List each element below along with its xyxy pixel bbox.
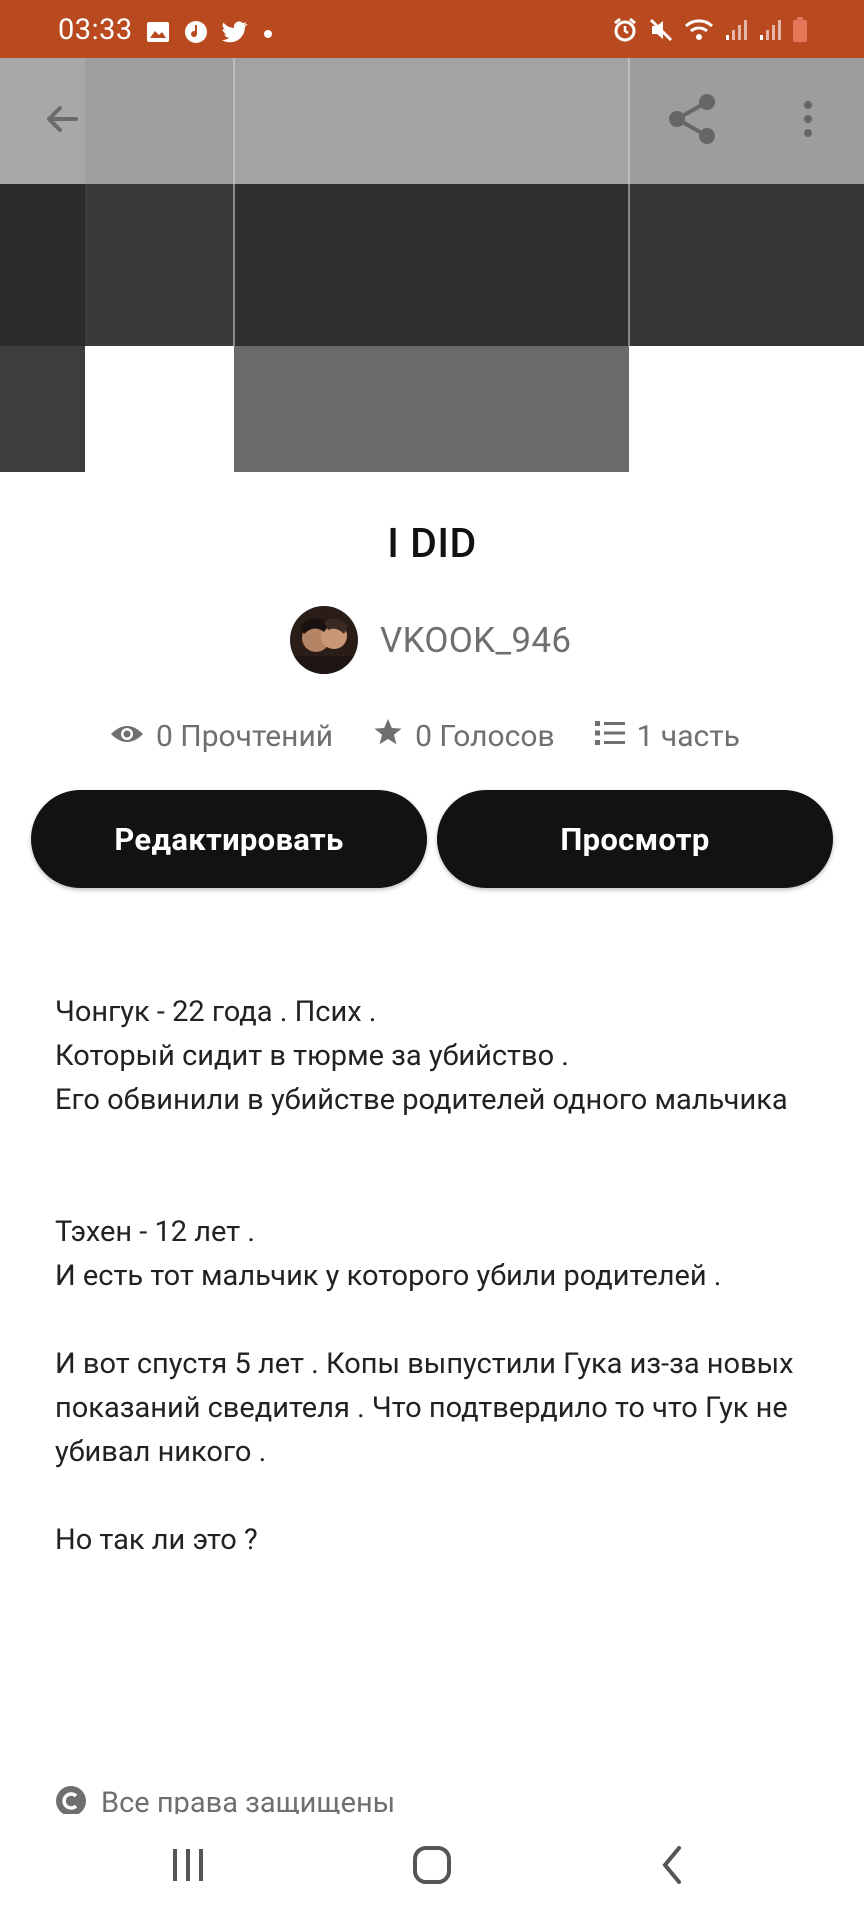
description-line: И вот спустя 5 лет . Копы выпустили Гука… — [55, 1347, 794, 1469]
share-icon — [664, 91, 720, 151]
home-icon — [412, 1845, 452, 1889]
avatar — [290, 606, 358, 674]
status-bar: 03:33 — [0, 0, 864, 58]
parts-count: 1 часть — [636, 718, 740, 754]
more-vertical-icon — [802, 99, 814, 143]
nav-back-button[interactable] — [612, 1814, 732, 1920]
battery-low-icon — [792, 17, 808, 47]
back-button[interactable] — [26, 91, 98, 151]
dot-icon — [262, 25, 274, 44]
back-chevron-icon — [657, 1845, 687, 1889]
arrow-left-icon — [42, 99, 82, 143]
description-line: Чонгук - 22 года . Псих . — [55, 995, 377, 1029]
signal-icon — [758, 19, 782, 45]
star-icon — [373, 717, 403, 755]
more-options-button[interactable] — [778, 88, 838, 154]
story-description: Чонгук - 22 года . Псих . Который сидит … — [55, 990, 815, 1562]
author-link[interactable]: VKOOK_946 — [290, 606, 571, 674]
description-line: Но так ли это ? — [55, 1523, 258, 1557]
music-icon — [184, 20, 208, 48]
signal-icon — [724, 19, 748, 45]
wifi-icon — [684, 18, 714, 46]
story-title: I DID — [387, 520, 477, 568]
reads-stat: 0 Прочтений — [110, 719, 333, 754]
home-button[interactable] — [372, 1814, 492, 1920]
list-icon — [594, 719, 625, 754]
alarm-icon — [612, 17, 638, 47]
twitter-icon — [222, 21, 248, 47]
votes-stat: 0 Голосов — [373, 717, 555, 755]
status-time: 03:33 — [58, 13, 133, 47]
description-line: Который сидит в тюрме за убийство . — [55, 1039, 569, 1073]
description-line: Его обвинили в убийстве родителей одного… — [55, 1083, 788, 1117]
parts-stat: 1 часть — [594, 718, 740, 754]
author-name: VKOOK_946 — [380, 619, 572, 661]
description-line: И есть тот мальчик у которого убили роди… — [55, 1259, 722, 1293]
reads-count: 0 Прочтений — [156, 718, 334, 754]
copyright-text: Все права защищены — [101, 1786, 396, 1816]
share-button[interactable] — [656, 88, 728, 154]
recent-apps-button[interactable] — [128, 1814, 248, 1920]
copyright-icon — [55, 1782, 87, 1816]
story-stats: 0 Прочтений 0 Голосов 1 часть — [110, 714, 740, 758]
top-toolbar — [0, 58, 864, 184]
system-nav-bar — [0, 1814, 864, 1920]
description-line: Тэхен - 12 лет . — [55, 1215, 256, 1249]
view-button[interactable]: Просмотр — [437, 790, 833, 888]
eye-icon — [110, 719, 144, 754]
image-icon — [146, 21, 170, 47]
mute-icon — [648, 17, 674, 47]
votes-count: 0 Голосов — [415, 718, 555, 754]
copyright-notice: Все права защищены — [55, 1782, 395, 1816]
recent-apps-icon — [170, 1847, 206, 1887]
edit-button[interactable]: Редактировать — [31, 790, 427, 888]
